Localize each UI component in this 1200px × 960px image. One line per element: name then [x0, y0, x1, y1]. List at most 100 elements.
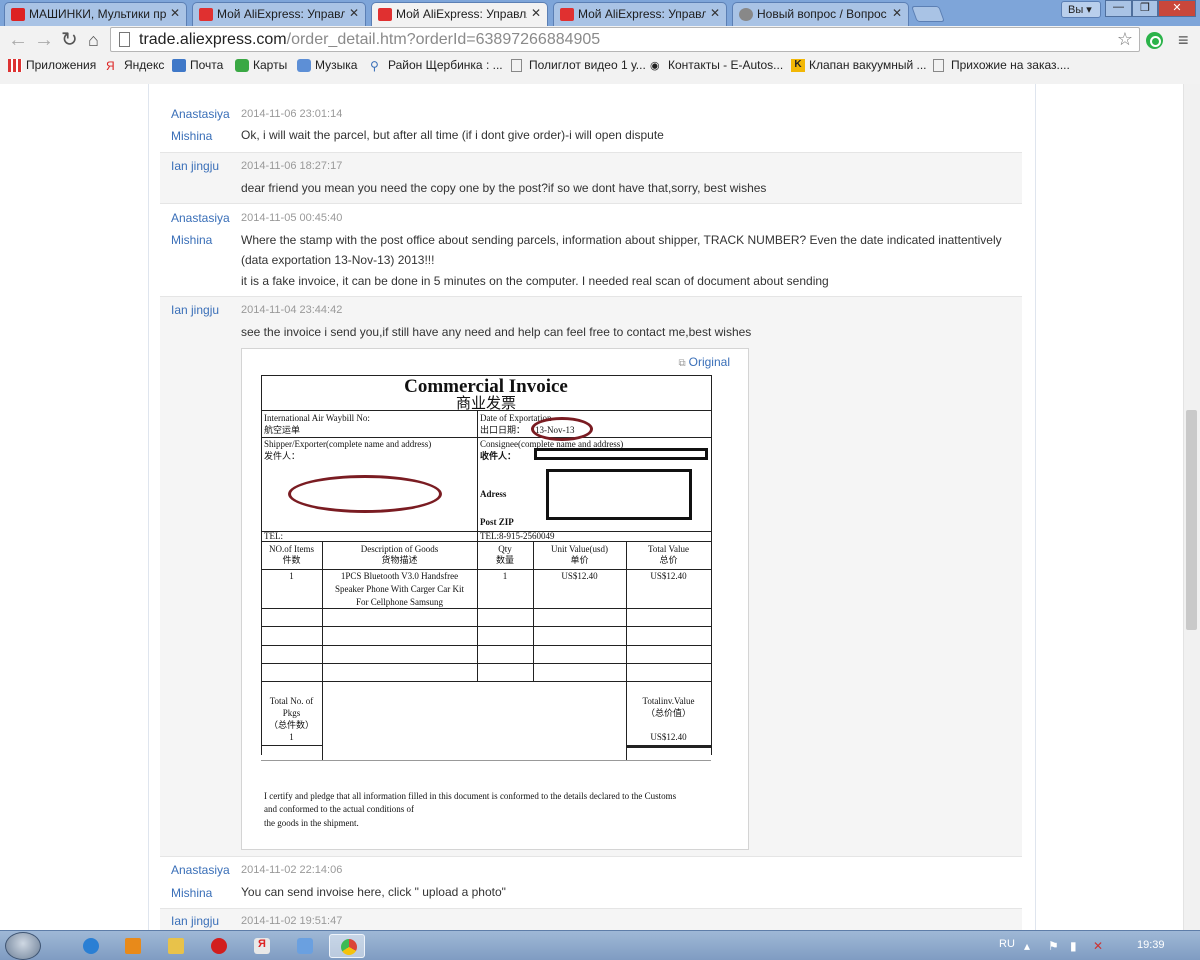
sender-name[interactable]: Ian jingju [171, 159, 219, 173]
extension-icon[interactable] [1146, 32, 1163, 49]
taskbar-app-active[interactable] [329, 934, 365, 958]
row-items: 1 [289, 571, 294, 581]
scrollbar-thumb[interactable] [1186, 410, 1197, 630]
header-total-value-cn: 总价 [659, 555, 678, 565]
profile-button[interactable]: Вы ▾ [1061, 1, 1101, 18]
bookmark-klapan[interactable]: K Клапан вакуумный ... [791, 58, 927, 72]
message-text: dear friend you mean you need the copy o… [241, 181, 767, 195]
redaction-box [534, 448, 708, 460]
tab-title: МАШИНКИ, Мультики пр [29, 7, 166, 21]
taskbar-app[interactable] [200, 934, 236, 958]
eye-icon: ◉ [650, 60, 660, 72]
message-text: it is a fake invoice, it can be done in … [241, 274, 829, 288]
bookmark-label: Клапан вакуумный ... [809, 58, 927, 72]
menu-icon[interactable]: ≡ [1178, 31, 1189, 49]
message-text: see the invoice i send you,if still have… [241, 325, 752, 339]
bookmark-maps[interactable]: Карты [235, 58, 287, 72]
tab-aliexpress-3[interactable]: Мой AliExpress: Управлят ✕ [553, 2, 727, 26]
bookmark-mail[interactable]: Почта [172, 58, 223, 72]
sender-name[interactable]: Ian jingju [171, 914, 219, 928]
bookmark-polyglot[interactable]: Полиглот видео 1 у... [511, 58, 646, 72]
row-description-line: For Cellphone Samsung [356, 597, 443, 607]
original-link[interactable]: ⧉ Original [679, 355, 731, 369]
message-item: Anastasiya Mishina 2014-11-05 00:45:40 W… [160, 203, 1022, 296]
close-icon[interactable]: ✕ [349, 6, 359, 20]
taskbar-app[interactable] [114, 934, 150, 958]
taskbar-app[interactable] [286, 934, 322, 958]
bookmark-label: Контакты - E-Autos... [668, 58, 784, 72]
message-time: 2014-11-05 00:45:40 [241, 212, 343, 224]
page-icon [511, 59, 522, 72]
sender-surname[interactable]: Mishina [171, 886, 212, 900]
bookmarks-bar: Приложения Я Яндекс Почта Карты Музыка ⚲ Р… [0, 56, 1200, 76]
message-text: You can send invoise here, click " uploa… [241, 885, 506, 899]
bookmark-shcherbinka[interactable]: ⚲ Район Щербинка : ... [370, 58, 503, 73]
bookmark-prihozhie[interactable]: Прихожие на заказ.... [933, 58, 1070, 72]
k-icon: K [791, 59, 805, 72]
address-bar[interactable]: trade.aliexpress.com/order_detail.htm?or… [110, 27, 1140, 52]
reload-icon[interactable]: ↻ [61, 30, 78, 50]
close-icon[interactable]: ✕ [531, 6, 541, 20]
windows-taskbar: Я RU ▴ ⚑ ▮ ✕ 19:39 [0, 930, 1200, 960]
close-icon[interactable]: ✕ [170, 6, 180, 20]
bookmark-eautos[interactable]: ◉ Контакты - E-Autos... [650, 58, 783, 72]
row-total-value: US$12.40 [650, 571, 687, 581]
flag-icon[interactable]: ⚑ [1048, 939, 1059, 953]
clock[interactable]: 19:39 [1137, 939, 1165, 951]
network-icon[interactable]: ▮ [1070, 939, 1077, 953]
maps-icon [235, 59, 249, 72]
close-icon[interactable]: ✕ [710, 6, 720, 20]
close-icon[interactable]: ✕ [892, 6, 902, 20]
bookmark-label: Почта [190, 58, 224, 72]
message-time: 2014-11-02 22:14:06 [241, 864, 343, 876]
minimize-button[interactable]: — [1105, 0, 1132, 17]
sender-name[interactable]: Anastasiya [171, 107, 230, 121]
start-button[interactable] [5, 932, 41, 960]
zip-label: Post ZIP [480, 517, 514, 527]
youtube-icon [11, 8, 25, 21]
sender-name[interactable]: Ian jingju [171, 303, 219, 317]
browser-chrome: МАШИНКИ, Мультики пр ✕ Мой AliExpress: У… [0, 0, 1200, 84]
question-site-icon [739, 8, 753, 21]
tray-expand-icon[interactable]: ▴ [1024, 939, 1030, 953]
header-description-cn: 货物描述 [381, 555, 418, 565]
bookmark-star-icon[interactable]: ☆ [1117, 29, 1133, 50]
row-qty: 1 [502, 571, 508, 581]
new-tab-button[interactable] [911, 6, 945, 22]
bookmark-label: Яндекс [124, 58, 165, 72]
bookmark-yandex[interactable]: Я Яндекс [106, 58, 165, 73]
maximize-button[interactable]: ❐ [1132, 0, 1158, 17]
bookmark-music[interactable]: Музыка [297, 58, 357, 72]
volume-muted-icon[interactable]: ✕ [1093, 939, 1103, 953]
tab-aliexpress-1[interactable]: Мой AliExpress: Управлят ✕ [192, 2, 366, 26]
consignee-tel: TEL:8-915-2560049 [480, 531, 555, 541]
row-unit-value: US$12.40 [561, 571, 598, 581]
sender-surname[interactable]: Mishina [171, 129, 212, 143]
language-indicator[interactable]: RU [999, 938, 1015, 950]
tab-question[interactable]: Новый вопрос / Вопрос ✕ [732, 2, 909, 26]
taskbar-app[interactable]: Я [243, 934, 279, 958]
yandex-icon: Я [106, 59, 115, 73]
yandex-browser-icon: Я [254, 938, 270, 954]
music-icon [297, 59, 311, 72]
sender-surname[interactable]: Mishina [171, 233, 212, 247]
sender-name[interactable]: Anastasiya [171, 863, 230, 877]
taskbar-app[interactable] [72, 934, 108, 958]
message-item: Ian jingju 2014-11-06 18:27:17 dear frie… [160, 152, 1022, 203]
tab-aliexpress-active[interactable]: Мой AliExpress: Управлят ✕ [371, 2, 548, 26]
header-items-cn: 件数 [282, 555, 301, 565]
home-icon[interactable]: ⌂ [88, 30, 99, 50]
window-close-button[interactable]: ✕ [1158, 0, 1196, 17]
bookmark-apps[interactable]: Приложения [8, 58, 96, 72]
tel-label: TEL: [264, 531, 283, 541]
tab-title: Новый вопрос / Вопрос [757, 7, 887, 21]
tab-title: Мой AliExpress: Управлят [578, 7, 706, 21]
header-qty-cn: 数量 [495, 555, 514, 565]
tab-youtube[interactable]: МАШИНКИ, Мультики пр ✕ [4, 2, 187, 26]
back-arrow-icon[interactable]: ← [8, 30, 28, 50]
taskbar-app[interactable] [157, 934, 193, 958]
sender-name[interactable]: Anastasiya [171, 211, 230, 225]
bookmark-label: Приложения [26, 58, 97, 72]
url-text: trade.aliexpress.com/order_detail.htm?or… [139, 31, 600, 49]
forward-arrow-icon[interactable]: → [34, 30, 54, 50]
